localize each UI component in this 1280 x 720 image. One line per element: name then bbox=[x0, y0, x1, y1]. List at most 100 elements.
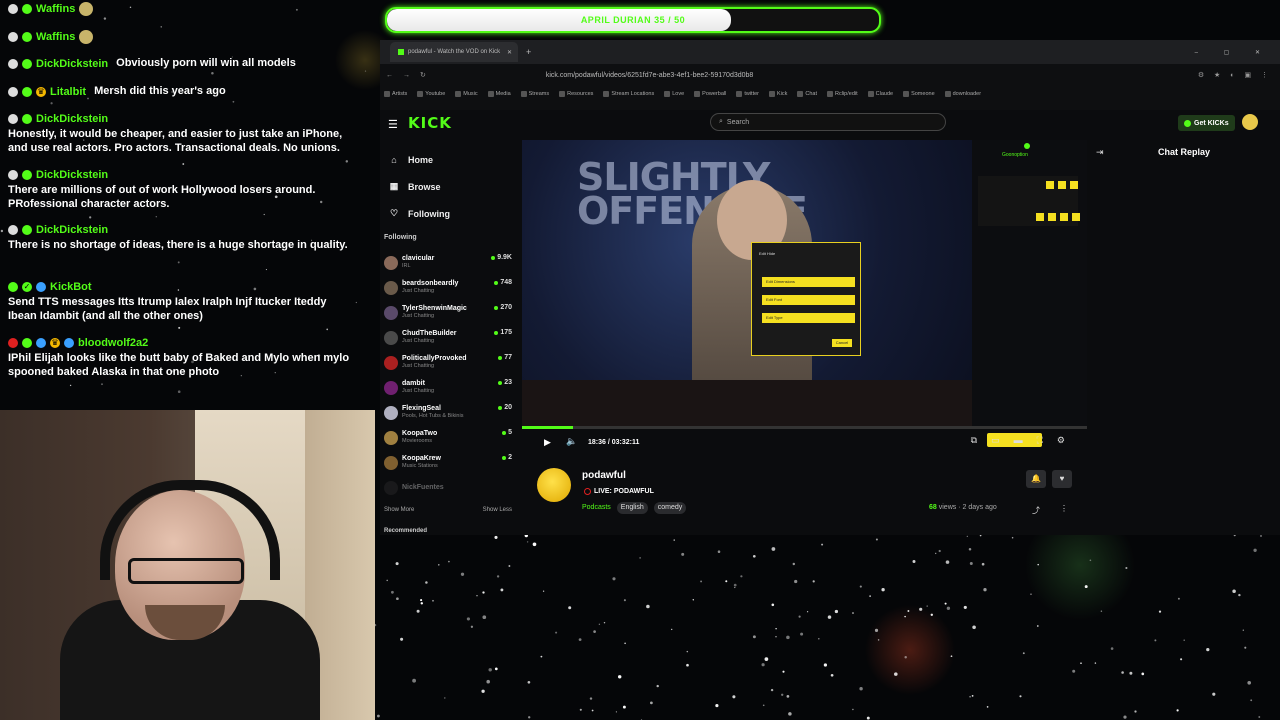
window-controls[interactable]: – ▢ ✕ bbox=[1195, 49, 1272, 56]
menu-icon[interactable]: ☰ bbox=[388, 118, 398, 131]
bookmark-item[interactable]: Love bbox=[664, 91, 684, 97]
following-item[interactable]: dambit Just Chatting 23 bbox=[384, 375, 512, 400]
bookmark-item[interactable]: Rclip/edit bbox=[827, 91, 858, 97]
show-less-link[interactable]: Show Less bbox=[483, 507, 512, 513]
nav-item-browse[interactable]: ▦ Browse bbox=[388, 173, 508, 200]
bookmark-item[interactable]: Kick bbox=[769, 91, 787, 97]
following-text: FlexingSeal Pools, Hot Tubs & Bikinis bbox=[402, 405, 463, 420]
bookmark-item[interactable]: Claude bbox=[867, 91, 893, 97]
following-item[interactable]: KoopaKrew Music Stations 2 bbox=[384, 450, 512, 475]
theater-icon[interactable]: ▭ bbox=[991, 435, 1000, 446]
bookmark-item[interactable]: Youtube bbox=[417, 91, 445, 97]
more-options-icon[interactable]: ⋮ bbox=[1060, 504, 1068, 513]
star bbox=[938, 549, 941, 553]
star bbox=[934, 552, 937, 555]
chat-text: IPhil Elijah looks like the butt baby of… bbox=[8, 352, 350, 378]
get-kicks-button[interactable]: Get KICKs bbox=[1178, 115, 1235, 131]
star bbox=[869, 595, 871, 597]
extensions-icons[interactable]: ⚙ ★ ◐ ▣ ⋮ bbox=[1198, 71, 1272, 79]
chat-text: Honestly, it would be cheaper, and easie… bbox=[8, 128, 343, 154]
star bbox=[1183, 639, 1185, 641]
kick-logo[interactable]: KICK bbox=[408, 114, 452, 132]
bookmark-item[interactable]: Resources bbox=[559, 91, 593, 97]
bookmark-item[interactable]: twitter bbox=[736, 91, 759, 97]
tag-chip[interactable]: comedy bbox=[653, 502, 687, 514]
star bbox=[919, 607, 923, 611]
share-icon[interactable]: ⤴ bbox=[1032, 505, 1040, 516]
following-text: PoliticallyProvoked Just Chatting bbox=[402, 355, 467, 370]
settings-icon[interactable]: ⚙ bbox=[1057, 435, 1065, 446]
volume-icon[interactable]: 🔈 bbox=[566, 436, 577, 447]
star bbox=[1180, 658, 1183, 661]
bookmark-item[interactable]: Powerball bbox=[694, 91, 726, 97]
nav-item-home[interactable]: ⌂ Home bbox=[388, 146, 508, 173]
bookmark-item[interactable]: Stream Locations bbox=[603, 91, 654, 97]
new-tab-icon[interactable]: + bbox=[526, 47, 531, 57]
star bbox=[1177, 597, 1180, 600]
bookmark-item[interactable]: Chat bbox=[797, 91, 817, 97]
following-item[interactable]: KoopaTwo Movierooms 5 bbox=[384, 425, 512, 450]
following-item[interactable]: FlexingSeal Pools, Hot Tubs & Bikinis 20 bbox=[384, 400, 512, 425]
star bbox=[945, 560, 950, 564]
url-field[interactable]: kick.com/podawful/videos/6251fd7e-abe3-4… bbox=[546, 72, 753, 79]
following-item[interactable]: beardsonbeardly Just Chatting 748 bbox=[384, 275, 512, 300]
star bbox=[1121, 671, 1124, 674]
panel-yellow-chip bbox=[1036, 213, 1044, 221]
dialog-option[interactable]: Edit Dimensions bbox=[762, 277, 855, 287]
star bbox=[496, 575, 500, 578]
browser-tab[interactable]: podawful - Watch the VOD on Kick ✕ bbox=[390, 42, 518, 62]
browser-window: podawful - Watch the VOD on Kick ✕ + – ▢… bbox=[380, 40, 1280, 535]
reload-icon[interactable]: ↻ bbox=[420, 71, 426, 79]
show-more-link[interactable]: Show More bbox=[384, 507, 414, 513]
following-item[interactable]: ChudTheBuilder Just Chatting 175 bbox=[384, 325, 512, 350]
chat-username: DickDickstein bbox=[36, 113, 109, 125]
collapse-chat-icon[interactable]: ⇥ bbox=[1096, 147, 1104, 158]
user-avatar[interactable] bbox=[1242, 114, 1258, 130]
following-item[interactable]: PoliticallyProvoked Just Chatting 77 bbox=[384, 350, 512, 375]
tag-chip[interactable]: English bbox=[616, 502, 648, 514]
following-item[interactable]: clavicular IRL 9.9K bbox=[384, 250, 512, 275]
seek-bar[interactable] bbox=[522, 426, 1087, 429]
bookmark-item[interactable]: Artists bbox=[384, 91, 407, 97]
bookmark-item[interactable]: Streams bbox=[520, 91, 549, 97]
channel-name[interactable]: podawful bbox=[582, 470, 626, 481]
video-frame[interactable]: SLIGHTLY OFFENSIVE Edit Hide Edit Dimens… bbox=[522, 140, 972, 426]
star bbox=[1141, 672, 1145, 676]
fullscreen-icon[interactable]: ⛶ bbox=[1037, 435, 1043, 446]
channel-avatar[interactable] bbox=[537, 468, 571, 502]
bookmark-folder-icon bbox=[384, 91, 390, 97]
bookmark-item[interactable]: Someone bbox=[903, 91, 935, 97]
bookmark-item[interactable]: Media bbox=[487, 91, 511, 97]
dialog-option[interactable]: Edit Type bbox=[762, 313, 855, 323]
dialog-option[interactable]: Edit Font bbox=[762, 295, 855, 305]
star bbox=[986, 706, 989, 708]
following-item[interactable]: NickFuentes bbox=[384, 475, 512, 500]
pip-icon[interactable]: ⧉ bbox=[971, 435, 977, 446]
follow-heart-icon[interactable]: ♥ bbox=[1052, 470, 1072, 488]
bookmark-folder-icon bbox=[520, 91, 527, 97]
video-player[interactable]: SLIGHTLY OFFENSIVE Edit Hide Edit Dimens… bbox=[522, 140, 1087, 457]
star bbox=[1110, 647, 1114, 650]
live-status[interactable]: LIVE: PODAWFUL bbox=[584, 488, 654, 495]
forward-icon[interactable]: → bbox=[403, 72, 410, 79]
nav-item-following[interactable]: ♡ Following bbox=[388, 200, 508, 227]
search-input[interactable]: ⌕ Search bbox=[710, 113, 946, 131]
bookmark-label: Stream Locations bbox=[611, 91, 655, 97]
category-link[interactable]: Podcasts bbox=[582, 502, 611, 514]
back-icon[interactable]: ← bbox=[386, 72, 393, 79]
live-icon bbox=[584, 488, 591, 495]
live-dot-icon bbox=[494, 305, 499, 310]
play-icon[interactable]: ▶ bbox=[544, 437, 551, 448]
clip-icon[interactable]: ▬ bbox=[1014, 435, 1023, 446]
panel-yellow-chip bbox=[1046, 181, 1054, 189]
close-tab-icon[interactable]: ✕ bbox=[507, 49, 512, 56]
star bbox=[1260, 535, 1262, 537]
views-count: 68 bbox=[929, 504, 937, 511]
notification-bell-icon[interactable]: 🔔 bbox=[1026, 470, 1046, 488]
star bbox=[1080, 662, 1082, 665]
following-item[interactable]: TylerShenwinMagic Just Chatting 270 bbox=[384, 300, 512, 325]
star bbox=[1030, 593, 1032, 595]
dialog-cancel-button[interactable]: Cancel bbox=[832, 339, 852, 347]
bookmark-item[interactable]: downloader bbox=[944, 91, 981, 97]
bookmark-item[interactable]: Music bbox=[455, 91, 478, 97]
